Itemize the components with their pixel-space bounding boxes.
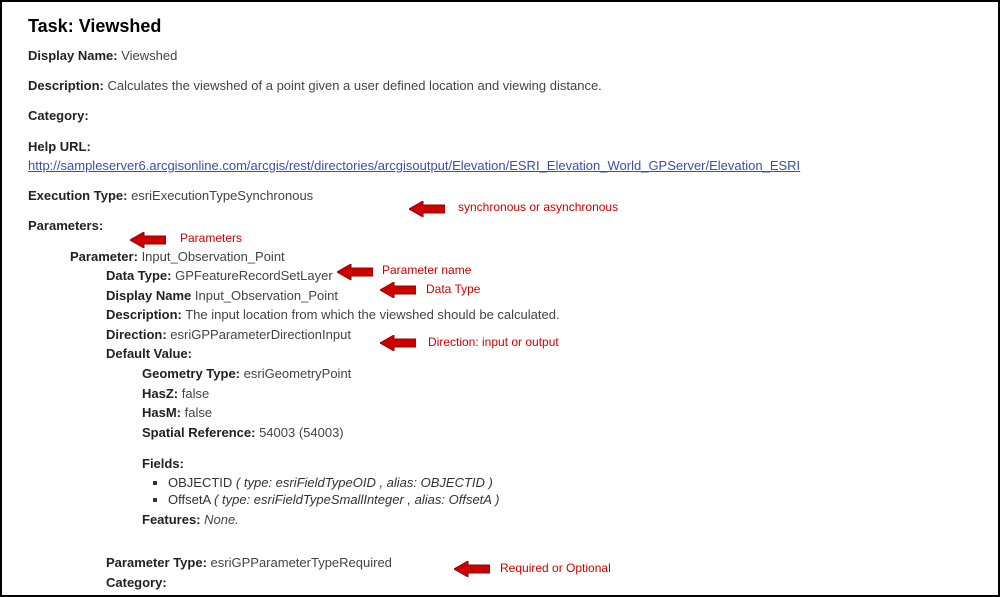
help-url-label-row: Help URL: bbox=[28, 138, 978, 156]
description-row: Description: Calculates the viewshed of … bbox=[28, 77, 978, 95]
description-label: Description: bbox=[28, 78, 104, 93]
field-detail: ( type: esriFieldTypeOID , alias: OBJECT… bbox=[236, 475, 493, 490]
hasm-row: HasM: false bbox=[142, 404, 978, 422]
geometry-type-value: esriGeometryPoint bbox=[244, 366, 352, 381]
param-type-value: esriGPParameterTypeRequired bbox=[211, 555, 392, 570]
fields-list: OBJECTID ( type: esriFieldTypeOID , alia… bbox=[168, 475, 978, 507]
parameter-value: Input_Observation_Point bbox=[142, 249, 285, 264]
param-display-name-row: Display Name Input_Observation_Point bbox=[106, 287, 978, 305]
features-value: None. bbox=[204, 512, 239, 527]
spatial-ref-value: 54003 (54003) bbox=[259, 425, 344, 440]
spatial-ref-label: Spatial Reference: bbox=[142, 425, 255, 440]
category-label: Category: bbox=[28, 108, 89, 123]
execution-type-label: Execution Type: bbox=[28, 188, 127, 203]
default-value-row: Default Value: bbox=[106, 345, 978, 363]
hasz-value: false bbox=[182, 386, 209, 401]
geometry-type-label: Geometry Type: bbox=[142, 366, 240, 381]
hasz-row: HasZ: false bbox=[142, 385, 978, 403]
execution-type-row: Execution Type: esriExecutionTypeSynchro… bbox=[28, 187, 978, 205]
features-label: Features: bbox=[142, 512, 201, 527]
task-title-value: Viewshed bbox=[79, 16, 162, 36]
hasm-label: HasM: bbox=[142, 405, 181, 420]
task-title: Task: Viewshed bbox=[28, 16, 978, 37]
param-description-value: The input location from which the viewsh… bbox=[185, 307, 559, 322]
field-item: OffsetA ( type: esriFieldTypeSmallIntege… bbox=[168, 492, 978, 507]
parameters-label: Parameters: bbox=[28, 218, 103, 233]
direction-value: esriGPParameterDirectionInput bbox=[170, 327, 351, 342]
display-name-value: Viewshed bbox=[121, 48, 177, 63]
help-url-link[interactable]: http://sampleserver6.arcgisonline.com/ar… bbox=[28, 158, 800, 173]
param-type-row: Parameter Type: esriGPParameterTypeRequi… bbox=[106, 554, 978, 572]
field-name: OffsetA bbox=[168, 492, 210, 507]
default-value-label: Default Value: bbox=[106, 346, 192, 361]
parameters-header-row: Parameters: bbox=[28, 217, 978, 235]
param-type-label: Parameter Type: bbox=[106, 555, 207, 570]
hasz-label: HasZ: bbox=[142, 386, 178, 401]
help-url-label: Help URL: bbox=[28, 139, 91, 154]
geometry-type-row: Geometry Type: esriGeometryPoint bbox=[142, 365, 978, 383]
spatial-ref-row: Spatial Reference: 54003 (54003) bbox=[142, 424, 978, 442]
fields-header-row: Fields: bbox=[142, 455, 978, 473]
param-description-row: Description: The input location from whi… bbox=[106, 306, 978, 324]
param-display-name-label: Display Name bbox=[106, 288, 191, 303]
category-row: Category: bbox=[28, 107, 978, 125]
field-detail: ( type: esriFieldTypeSmallInteger , alia… bbox=[214, 492, 499, 507]
data-type-value: GPFeatureRecordSetLayer bbox=[175, 268, 333, 283]
hasm-value: false bbox=[185, 405, 212, 420]
display-name-label: Display Name: bbox=[28, 48, 118, 63]
display-name-row: Display Name: Viewshed bbox=[28, 47, 978, 65]
parameter-row: Parameter: Input_Observation_Point bbox=[70, 248, 978, 266]
data-type-label: Data Type: bbox=[106, 268, 172, 283]
fields-label: Fields: bbox=[142, 456, 184, 471]
direction-label: Direction: bbox=[106, 327, 167, 342]
field-name: OBJECTID bbox=[168, 475, 232, 490]
param-category-label: Category: bbox=[106, 575, 167, 590]
help-url-row: http://sampleserver6.arcgisonline.com/ar… bbox=[28, 157, 978, 175]
param-description-label: Description: bbox=[106, 307, 182, 322]
param-category-row: Category: bbox=[106, 574, 978, 592]
data-type-row: Data Type: GPFeatureRecordSetLayer bbox=[106, 267, 978, 285]
description-value: Calculates the viewshed of a point given… bbox=[107, 78, 601, 93]
parameter-label: Parameter: bbox=[70, 249, 138, 264]
features-row: Features: None. bbox=[142, 511, 978, 529]
task-title-label: Task: bbox=[28, 16, 74, 36]
direction-row: Direction: esriGPParameterDirectionInput bbox=[106, 326, 978, 344]
field-item: OBJECTID ( type: esriFieldTypeOID , alia… bbox=[168, 475, 978, 490]
param-display-name-value: Input_Observation_Point bbox=[195, 288, 338, 303]
execution-type-value: esriExecutionTypeSynchronous bbox=[131, 188, 313, 203]
document-page: Task: Viewshed Display Name: Viewshed De… bbox=[0, 0, 1000, 597]
